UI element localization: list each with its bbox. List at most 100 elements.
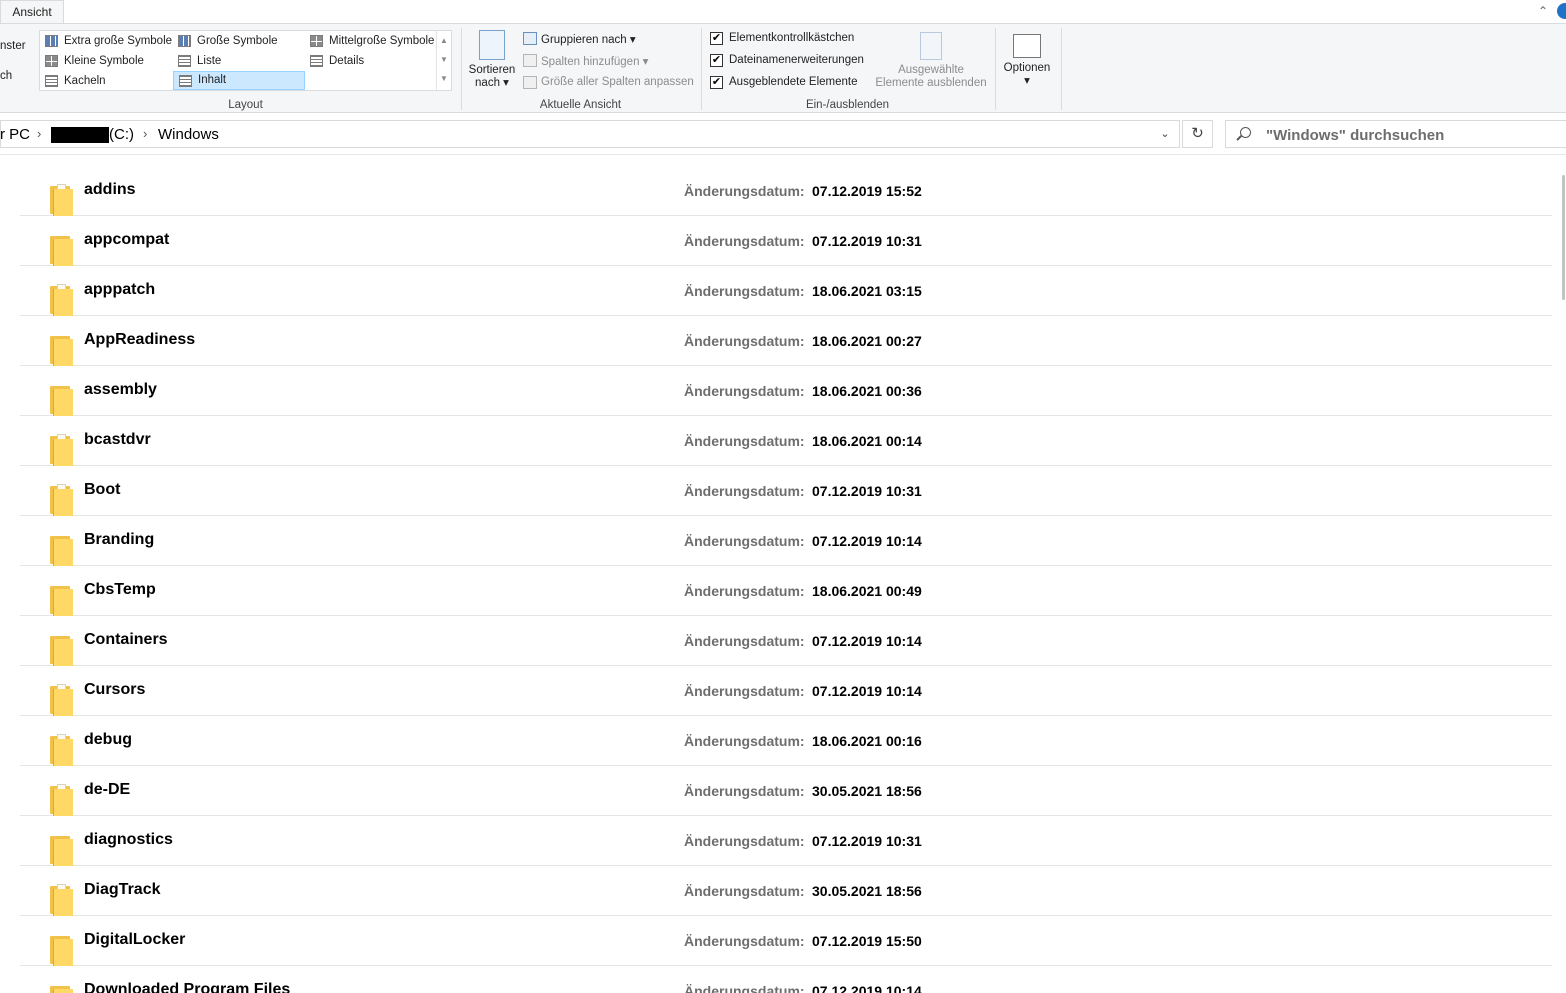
fit-columns-button[interactable]: Größe aller Spalten anpassen [541, 76, 694, 88]
breadcrumb-drive[interactable]: (C:) [109, 126, 134, 143]
folder-icon [50, 284, 73, 316]
modified-label: Änderungsdatum: [684, 683, 805, 699]
refresh-button[interactable]: ↻ [1182, 120, 1213, 148]
item-name[interactable]: Downloaded Program Files [84, 981, 290, 993]
item-name[interactable]: AppReadiness [84, 331, 195, 349]
gallery-scroll-down-icon[interactable]: ▼ [437, 50, 451, 69]
layout-item-label: Inhalt [198, 74, 227, 86]
group-by-label: Gruppieren nach [541, 34, 627, 46]
list-item[interactable]: CbsTemp Änderungsdatum: 18.06.2021 00:49 [20, 566, 1552, 616]
item-name[interactable]: CbsTemp [84, 581, 156, 599]
large-icons-icon [178, 35, 191, 47]
scrollbar-thumb[interactable] [1562, 175, 1565, 300]
breadcrumb-chevron-icon[interactable]: › [143, 126, 147, 141]
list-item[interactable]: DigitalLocker Änderungsdatum: 07.12.2019 1… [20, 916, 1552, 966]
ribbon-cut-label-2[interactable]: ch [0, 70, 12, 82]
breadcrumb-this-pc[interactable]: r PC [0, 126, 30, 143]
group-label-layout: Layout [228, 99, 263, 111]
folder-icon [50, 584, 73, 616]
modified-value: 18.06.2021 00:27 [812, 333, 922, 349]
item-name[interactable]: Cursors [84, 681, 145, 699]
list-item[interactable]: Branding Änderungsdatum: 07.12.2019 10:14 [20, 516, 1552, 566]
item-checkboxes-checkbox[interactable]: ✔ [710, 32, 723, 45]
layout-item-label: Mittelgroße Symbole [329, 35, 435, 47]
modified-value: 07.12.2019 10:14 [812, 633, 922, 649]
file-extensions-label[interactable]: Dateinamenerweiterungen [729, 54, 864, 66]
fit-columns-icon [523, 76, 537, 89]
modified-label: Änderungsdatum: [684, 633, 805, 649]
layout-list[interactable]: Liste [173, 52, 305, 71]
list-item[interactable]: de-DE Änderungsdatum: 30.05.2021 18:56 [20, 766, 1552, 816]
layout-tiles[interactable]: Kacheln [40, 72, 173, 91]
gallery-expand-icon[interactable]: ▼ [437, 69, 451, 88]
list-item[interactable]: debug Änderungsdatum: 18.06.2021 00:16 [20, 716, 1552, 766]
hidden-items-checkbox[interactable]: ✔ [710, 76, 723, 89]
modified-label: Änderungsdatum: [684, 483, 805, 499]
list-item[interactable]: assembly Änderungsdatum: 18.06.2021 00:36 [20, 366, 1552, 416]
item-name[interactable]: Branding [84, 531, 154, 549]
options-button[interactable]: Optionen ▾ [999, 34, 1055, 88]
list-item[interactable]: Boot Änderungsdatum: 07.12.2019 10:31 [20, 466, 1552, 516]
add-columns-button[interactable]: Spalten hinzufügen ▾ [541, 54, 648, 68]
details-view-icon [310, 55, 323, 67]
layout-medium-icons[interactable]: Mittelgroße Symbole [305, 32, 438, 51]
ribbon-cut-label-1[interactable]: nster [0, 40, 26, 52]
modified-label: Änderungsdatum: [684, 583, 805, 599]
item-name[interactable]: addins [84, 181, 136, 199]
item-name[interactable]: apppatch [84, 281, 155, 299]
list-item[interactable]: AppReadiness Änderungsdatum: 18.06.2021 00… [20, 316, 1552, 366]
gallery-scroll-up-icon[interactable]: ▲ [437, 31, 451, 50]
ribbon-separator [1061, 28, 1062, 110]
breadcrumb-chevron-icon[interactable]: › [37, 126, 41, 141]
list-item[interactable]: diagnostics Änderungsdatum: 07.12.2019 10:… [20, 816, 1552, 866]
item-name[interactable]: DiagTrack [84, 881, 160, 899]
list-item[interactable]: apppatch Änderungsdatum: 18.06.2021 03:15 [20, 266, 1552, 316]
hide-selected-button[interactable]: Ausgewählte Elemente ausblenden [872, 32, 990, 90]
layout-item-label: Kleine Symbole [64, 55, 144, 67]
ribbon-separator [701, 28, 702, 110]
address-history-chevron-icon[interactable]: ⌄ [1157, 127, 1173, 143]
item-name[interactable]: diagnostics [84, 831, 173, 849]
list-item[interactable]: addins Änderungsdatum: 07.12.2019 15:52 [20, 166, 1552, 216]
list-item[interactable]: Cursors Änderungsdatum: 07.12.2019 10:14 [20, 666, 1552, 716]
vertical-scrollbar[interactable] [1559, 155, 1566, 993]
item-name[interactable]: assembly [84, 381, 157, 399]
sort-by-button[interactable]: Sortieren nach ▾ [466, 30, 518, 90]
list-item[interactable]: bcastdvr Änderungsdatum: 18.06.2021 00:14 [20, 416, 1552, 466]
item-name[interactable]: Containers [84, 631, 168, 649]
item-name[interactable]: DigitalLocker [84, 931, 185, 949]
group-by-button[interactable]: Gruppieren nach ▾ [541, 32, 636, 46]
item-name[interactable]: Boot [84, 481, 120, 499]
layout-item-label: Große Symbole [197, 35, 278, 47]
modified-value: 07.12.2019 10:14 [812, 983, 922, 993]
layout-small-icons[interactable]: Kleine Symbole [40, 52, 173, 71]
modified-value: 30.05.2021 18:56 [812, 883, 922, 899]
file-extensions-checkbox[interactable]: ✔ [710, 54, 723, 67]
collapse-ribbon-icon[interactable]: ⌃ [1538, 4, 1548, 18]
sort-by-label-1: Sortieren [468, 64, 516, 76]
list-item[interactable]: appcompat Änderungsdatum: 07.12.2019 10:31 [20, 216, 1552, 266]
item-name[interactable]: bcastdvr [84, 431, 151, 449]
dropdown-arrow-icon: ▾ [503, 77, 509, 89]
item-checkboxes-label[interactable]: Elementkontrollkästchen [729, 32, 854, 44]
item-name[interactable]: appcompat [84, 231, 169, 249]
folder-icon [50, 834, 73, 866]
layout-large-icons[interactable]: Große Symbole [173, 32, 305, 51]
item-name[interactable]: debug [84, 731, 132, 749]
search-input[interactable]: "Windows" durchsuchen [1225, 120, 1566, 148]
layout-details[interactable]: Details [305, 52, 438, 71]
help-icon[interactable] [1557, 3, 1566, 19]
layout-content[interactable]: Inhalt [173, 71, 305, 90]
tab-ansicht[interactable]: Ansicht [0, 0, 64, 23]
hidden-items-label[interactable]: Ausgeblendete Elemente [729, 76, 858, 88]
list-item[interactable]: Containers Änderungsdatum: 07.12.2019 10:1… [20, 616, 1552, 666]
folder-icon [50, 234, 73, 266]
breadcrumb-windows[interactable]: Windows [158, 126, 219, 143]
list-item[interactable]: DiagTrack Änderungsdatum: 30.05.2021 18:56 [20, 866, 1552, 916]
refresh-icon: ↻ [1191, 125, 1204, 142]
modified-label: Änderungsdatum: [684, 833, 805, 849]
layout-extra-large-icons[interactable]: Extra große Symbole [40, 32, 173, 51]
item-name[interactable]: de-DE [84, 781, 130, 799]
list-item[interactable]: Downloaded Program Files Änderungsdatum: 0… [20, 966, 1552, 993]
folder-icon [50, 334, 73, 366]
